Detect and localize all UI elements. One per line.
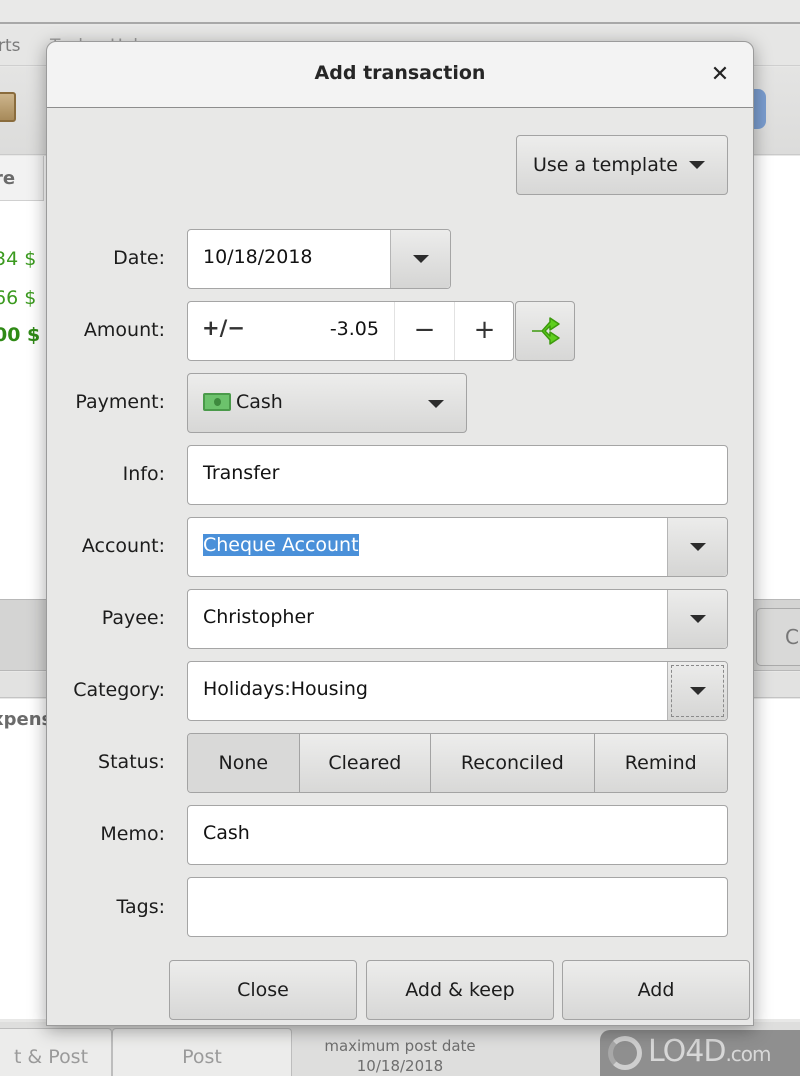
- split-icon: [532, 317, 560, 345]
- category-combo[interactable]: Holidays:Housing: [187, 661, 728, 721]
- amount-value: 66 $: [0, 287, 37, 309]
- max-post-date-label: maximum post date: [324, 1037, 476, 1055]
- status-label: Status:: [98, 751, 165, 773]
- menu-item-reports[interactable]: rts: [0, 36, 21, 56]
- date-field[interactable]: 10/18/2018: [187, 229, 451, 289]
- tab-post[interactable]: Post: [112, 1028, 292, 1076]
- watermark: LO4D.com: [600, 1030, 800, 1076]
- increment-button[interactable]: +: [454, 302, 514, 360]
- info-value: Transfer: [203, 462, 280, 484]
- tags-label: Tags:: [116, 896, 165, 918]
- status-cleared-button[interactable]: Cleared: [299, 734, 432, 792]
- amount-total: 00 $: [0, 324, 41, 346]
- chevron-down-icon: [690, 543, 706, 551]
- scheduler-icon[interactable]: [752, 89, 766, 129]
- panel-header: xpens: [0, 709, 53, 730]
- payee-value: Christopher: [203, 606, 314, 628]
- use-template-label: Use a template: [533, 154, 678, 176]
- max-post-date-value: 10/18/2018: [356, 1057, 444, 1075]
- account-combo[interactable]: Cheque Account: [187, 517, 728, 577]
- status-reconciled-button[interactable]: Reconciled: [431, 734, 595, 792]
- status-none-button[interactable]: None: [188, 734, 300, 792]
- payee-dropdown-button[interactable]: [667, 590, 727, 648]
- amount-value: 34 $: [0, 248, 37, 270]
- memo-input[interactable]: Cash: [187, 805, 728, 865]
- category-value: Holidays:Housing: [203, 678, 368, 700]
- background-button[interactable]: C: [756, 608, 800, 666]
- folder-icon[interactable]: [0, 92, 16, 122]
- payment-label: Payment:: [75, 391, 165, 413]
- memo-value: Cash: [203, 822, 250, 844]
- category-label: Category:: [73, 679, 165, 701]
- dialog-header: Add transaction ✕: [47, 42, 753, 108]
- status-remind-button[interactable]: Remind: [594, 734, 727, 792]
- list-column-header[interactable]: re: [0, 156, 44, 201]
- watermark-text: LO4D: [648, 1034, 726, 1069]
- chevron-down-icon: [413, 255, 429, 263]
- memo-label: Memo:: [100, 823, 165, 845]
- account-dropdown-button[interactable]: [667, 518, 727, 576]
- amount-value: -3.05: [329, 318, 379, 340]
- close-button[interactable]: Close: [169, 960, 357, 1020]
- chevron-down-icon: [690, 687, 706, 695]
- account-value: Cheque Account: [203, 534, 359, 556]
- info-input[interactable]: Transfer: [187, 445, 728, 505]
- use-template-button[interactable]: Use a template: [516, 135, 728, 195]
- decrement-button[interactable]: −: [394, 302, 454, 360]
- watermark-logo-icon: [608, 1036, 642, 1070]
- dialog-title: Add transaction: [314, 62, 486, 84]
- add-transaction-dialog: Add transaction ✕ Use a template Date: 1…: [46, 41, 754, 1026]
- background-bottom-bar: t & Post Post maximum post date 10/18/20…: [0, 1022, 800, 1076]
- sign-toggle-icon[interactable]: +/−: [202, 316, 245, 340]
- payee-combo[interactable]: Christopher: [187, 589, 728, 649]
- add-keep-button[interactable]: Add & keep: [366, 960, 554, 1020]
- payment-select[interactable]: Cash: [187, 373, 467, 433]
- payee-label: Payee:: [101, 607, 165, 629]
- payment-value: Cash: [236, 391, 283, 413]
- max-post-date: maximum post date 10/18/2018: [300, 1036, 500, 1076]
- amount-label: Amount:: [83, 319, 165, 341]
- tags-input[interactable]: [187, 877, 728, 937]
- chevron-down-icon: [690, 615, 706, 623]
- date-value: 10/18/2018: [203, 246, 313, 268]
- close-icon[interactable]: ✕: [705, 60, 735, 90]
- status-toggle-group: None Cleared Reconciled Remind: [187, 733, 728, 793]
- date-picker-button[interactable]: [390, 230, 450, 288]
- date-label: Date:: [113, 247, 165, 269]
- chevron-down-icon: [428, 400, 444, 408]
- account-label: Account:: [81, 535, 165, 557]
- background-title-bar: [0, 0, 800, 24]
- chevron-down-icon: [689, 161, 705, 169]
- tab-edit-post[interactable]: t & Post: [0, 1028, 112, 1076]
- watermark-suffix: .com: [725, 1042, 771, 1066]
- split-button[interactable]: [515, 301, 575, 361]
- cash-icon: [203, 393, 231, 411]
- add-button[interactable]: Add: [562, 960, 750, 1020]
- amount-field[interactable]: +/− -3.05 − +: [187, 301, 514, 361]
- info-label: Info:: [122, 463, 165, 485]
- category-dropdown-button[interactable]: [667, 662, 727, 720]
